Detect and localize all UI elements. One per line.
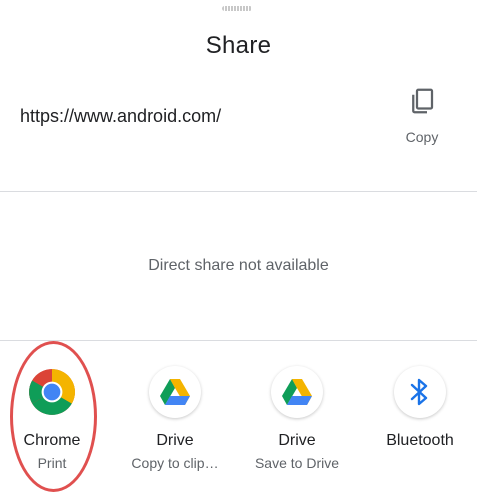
divider xyxy=(0,191,477,192)
target-subtitle: Copy to clip… xyxy=(131,455,219,471)
target-name: Drive xyxy=(278,432,316,449)
target-subtitle: Save to Drive xyxy=(254,455,340,471)
copy-icon xyxy=(407,86,437,121)
target-name: Drive xyxy=(156,432,194,449)
google-drive-icon xyxy=(149,366,201,418)
share-target-drive-copy[interactable]: Drive Copy to clip… xyxy=(115,366,235,471)
target-name: Chrome xyxy=(23,432,81,449)
drag-handle[interactable] xyxy=(222,6,252,11)
direct-share-message: Direct share not available xyxy=(148,257,329,274)
share-target-chrome-print[interactable]: Chrome Print xyxy=(0,366,112,471)
google-drive-icon xyxy=(271,366,323,418)
share-target-drive-save[interactable]: Drive Save to Drive xyxy=(237,366,357,471)
target-subtitle: Print xyxy=(37,455,67,471)
copy-button[interactable]: Copy xyxy=(392,86,452,150)
bluetooth-icon xyxy=(394,366,446,418)
share-sheet: Share https://www.android.com/ Copy Dire… xyxy=(0,0,477,496)
copy-label: Copy xyxy=(405,129,439,145)
share-title: Share xyxy=(205,32,272,59)
target-name: Bluetooth xyxy=(386,432,454,449)
share-target-bluetooth[interactable]: Bluetooth xyxy=(360,366,477,450)
shared-url: https://www.android.com/ xyxy=(20,106,222,126)
divider xyxy=(0,340,477,341)
chrome-icon xyxy=(26,366,78,418)
